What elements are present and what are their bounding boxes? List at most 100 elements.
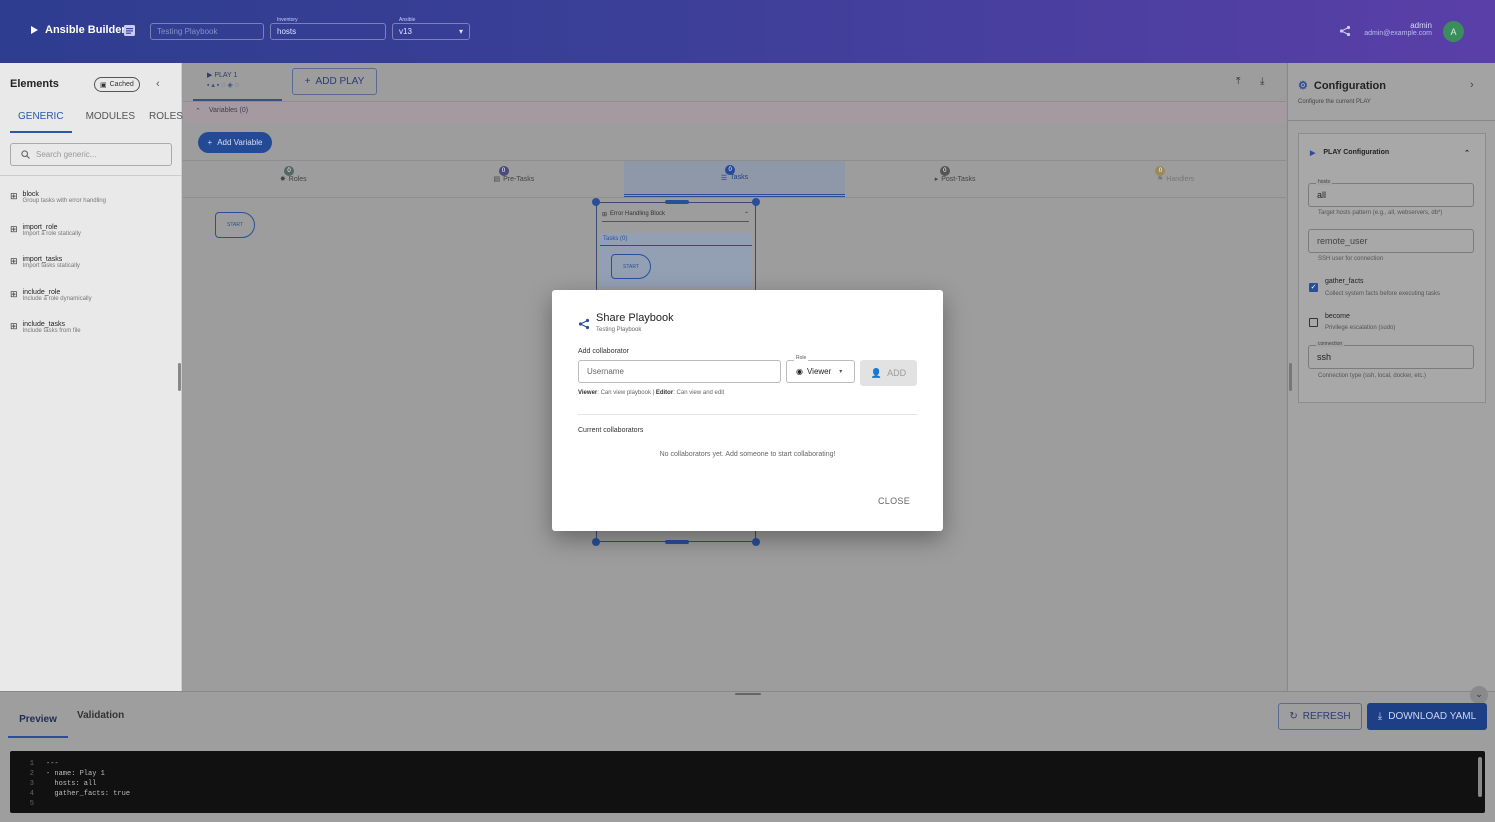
plus-icon: + — [207, 138, 213, 147]
element-name: include_tasks — [22, 321, 65, 328]
play-configuration-header[interactable]: ▶ PLAY Configuration ⌃ — [1310, 149, 1470, 157]
role-value: Viewer — [806, 367, 832, 376]
resize-handle[interactable] — [752, 538, 760, 546]
left-resize-handle[interactable] — [178, 363, 181, 391]
role-help-text: Viewer: Can view playbook | Editor: Can … — [578, 390, 724, 396]
download-icon: ⤓ — [1377, 711, 1383, 722]
section-tab-label: Handlers — [1166, 175, 1195, 183]
code-scrollbar[interactable] — [1478, 757, 1482, 797]
help-editor-text: : Can view and edit — [673, 390, 725, 396]
download-yaml-button[interactable]: ⤓ DOWNLOAD YAML — [1367, 703, 1487, 730]
resize-handle[interactable] — [752, 198, 760, 206]
share-icon[interactable] — [1339, 25, 1351, 37]
line-text: - name: Play 1 — [46, 770, 105, 778]
element-import-tasks[interactable]: ⊞ import_tasks Import tasks statically — [10, 256, 80, 269]
hosts-label: hosts — [1316, 179, 1332, 185]
close-button[interactable]: CLOSE — [878, 496, 910, 506]
code-line: 4 gather_facts: true — [10, 789, 1485, 799]
code-line: 2 - name: Play 1 — [10, 769, 1485, 779]
tab-modules[interactable]: MODULES — [86, 111, 135, 133]
section-title: PLAY Configuration — [1323, 149, 1390, 156]
collapse-left-icon[interactable]: ‹ — [156, 78, 160, 90]
resize-handle[interactable] — [665, 540, 689, 544]
connection-field[interactable]: connection ssh — [1308, 341, 1474, 369]
playbook-name-field[interactable]: Testing Playbook — [150, 23, 264, 40]
refresh-label: REFRESH — [1302, 711, 1351, 722]
play-tab-label: PLAY 1 — [214, 72, 238, 79]
connection-label: connection — [1316, 341, 1345, 347]
element-desc: Include tasks from file — [22, 328, 81, 334]
pre-tasks-count-badge: 0 — [498, 166, 509, 176]
yaml-code-editor[interactable]: 1 --- 2 - name: Play 1 3 hosts: all 4 gath… — [10, 751, 1485, 813]
configuration-subtitle: Configure the current PLAY — [1298, 99, 1371, 105]
tab-validation[interactable]: Validation — [77, 710, 124, 721]
element-desc: Import tasks statically — [22, 263, 80, 269]
chevron-down-icon[interactable]: ⌄ — [1470, 686, 1488, 704]
resize-handle[interactable] — [665, 200, 689, 204]
tab-handlers[interactable]: 0 ⚑ Handlers — [1065, 161, 1286, 197]
save-icon: ▣ — [100, 81, 107, 89]
add-button-label: ADD — [887, 368, 907, 378]
play-status-icons: ▪ ▴ ▪ ◌ ◈ ◌ — [207, 82, 239, 89]
role-select[interactable]: Role ◉ Viewer ▾ — [786, 355, 855, 383]
element-block[interactable]: ⊞ block Group tasks with error handling — [10, 191, 106, 204]
hierarchy-icon: ⊞ — [10, 191, 18, 201]
tab-preview[interactable]: Preview — [8, 702, 68, 738]
tab-tasks[interactable]: 0 ☰ Tasks — [624, 161, 845, 197]
tab-roles-section[interactable]: 0 ✸ Roles — [183, 161, 404, 197]
search-input[interactable]: Search generic... — [10, 143, 172, 166]
post-tasks-icon: ▸ — [934, 176, 939, 183]
cached-badge: ▣ Cached — [94, 77, 140, 92]
resize-handle[interactable] — [592, 538, 600, 546]
add-play-button[interactable]: + ADD PLAY — [292, 68, 377, 95]
avatar[interactable]: A — [1443, 21, 1464, 42]
remote-user-field[interactable]: remote_user — [1308, 229, 1474, 253]
hosts-field[interactable]: hosts all — [1308, 179, 1474, 207]
tab-play-1[interactable]: ▶ PLAY 1 ▪ ▴ ▪ ◌ ◈ ◌ — [193, 63, 282, 101]
playbook-menu-icon[interactable] — [123, 24, 136, 37]
element-import-role[interactable]: ⊞ import_role Import a role statically — [10, 224, 81, 237]
handlers-count-badge: 0 — [1155, 166, 1166, 176]
tab-roles[interactable]: ROLES — [149, 111, 183, 133]
element-include-role[interactable]: ⊞ include_role Include a role dynamically — [10, 289, 92, 302]
chevron-up-icon[interactable]: ⌃ — [744, 211, 749, 218]
gather-facts-checkbox[interactable]: ✓ — [1309, 283, 1318, 292]
play-icon: ▶ — [1310, 150, 1316, 157]
code-line: 3 hosts: all — [10, 779, 1485, 789]
dialog-subtitle: Testing Playbook — [596, 327, 642, 333]
add-variable-button[interactable]: + Add Variable — [198, 132, 272, 153]
app-title: Ansible Builder — [45, 24, 126, 36]
gather-facts-label: gather_facts — [1325, 278, 1364, 285]
roles-icon: ✸ — [279, 176, 286, 183]
refresh-button[interactable]: ↻ REFRESH — [1278, 703, 1362, 730]
become-label: become — [1325, 313, 1350, 320]
pre-tasks-icon: ▤ — [493, 176, 501, 183]
right-resize-handle[interactable] — [1289, 363, 1292, 391]
inventory-field[interactable]: Inventory hosts — [270, 17, 386, 40]
tab-pre-tasks[interactable]: 0 ▤ Pre-Tasks — [404, 161, 625, 197]
refresh-icon: ↻ — [1289, 711, 1298, 722]
app-logo[interactable]: Ansible Builder — [30, 24, 126, 36]
block-tasks-area: Tasks (0) START — [600, 233, 752, 287]
variables-header[interactable]: ⌃ Variables (0) — [183, 101, 1286, 123]
inventory-value: hosts — [277, 27, 297, 36]
tab-post-tasks[interactable]: 0 ▸ Post-Tasks — [845, 161, 1066, 197]
element-include-tasks[interactable]: ⊞ include_tasks Include tasks from file — [10, 321, 81, 334]
ansible-version-select[interactable]: Ansible v13 ▾ — [392, 17, 470, 40]
username-input[interactable]: Username — [578, 360, 781, 383]
resize-handle[interactable] — [592, 198, 600, 206]
play-icon: ▶ — [207, 72, 213, 79]
add-collaborator-button[interactable]: 👤 ADD — [860, 360, 917, 386]
start-node[interactable]: START — [215, 212, 255, 238]
block-title: Error Handling Block — [610, 211, 666, 217]
block-start-node[interactable]: START — [611, 254, 651, 279]
bottom-resize-handle[interactable] — [735, 693, 761, 695]
tab-generic[interactable]: GENERIC — [10, 111, 72, 133]
block-header: ⊞ Error Handling Block ⌃ — [602, 211, 749, 222]
line-number: 3 — [29, 780, 34, 788]
download-icon[interactable]: ⤓ — [1260, 76, 1264, 87]
collapse-right-icon[interactable]: › — [1470, 79, 1474, 91]
tasks-icon: ☰ — [720, 174, 728, 182]
upload-icon[interactable]: ⤒ — [1236, 76, 1240, 87]
become-checkbox[interactable] — [1309, 318, 1318, 327]
